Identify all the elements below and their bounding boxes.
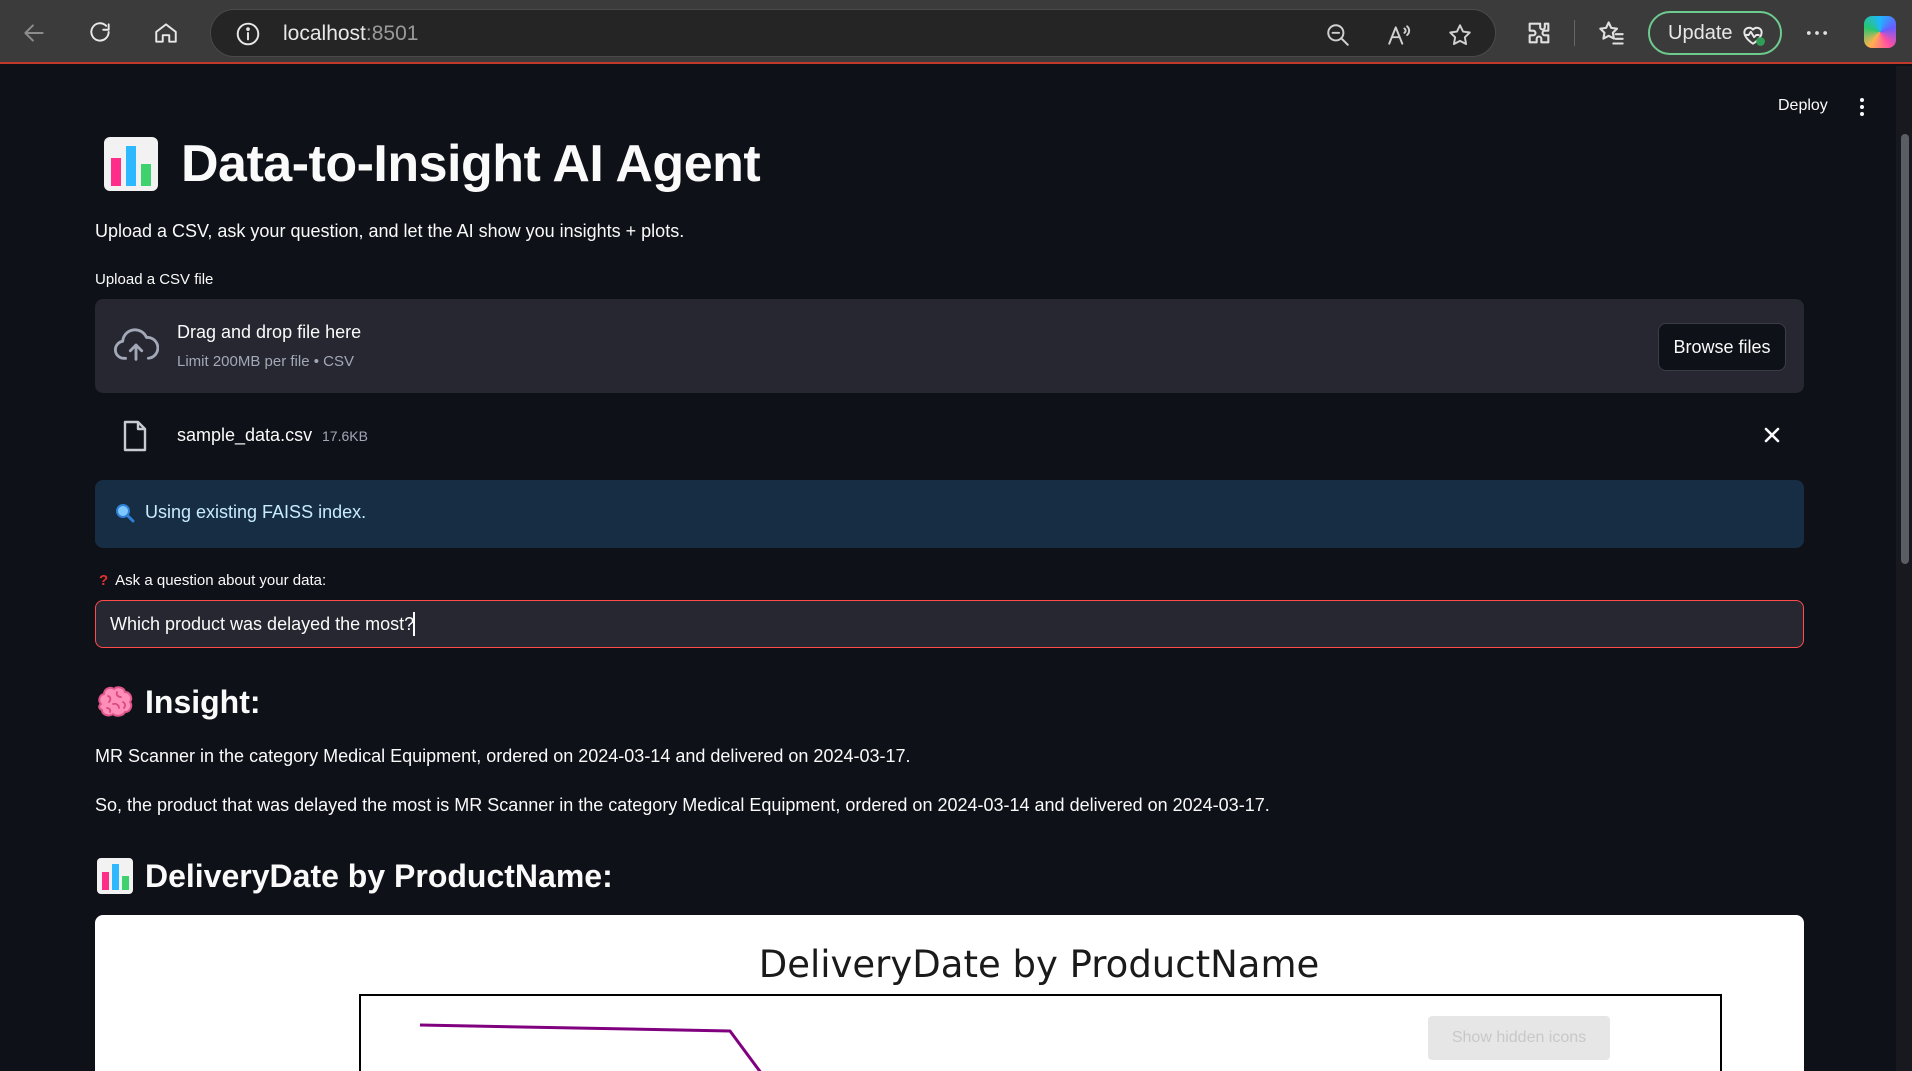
series-line (419, 1023, 762, 1071)
browser-toolbar: localhost:8501 Update (0, 0, 1912, 64)
copilot-icon[interactable] (1864, 16, 1896, 48)
address-bar[interactable]: localhost:8501 (210, 9, 1496, 57)
magnifier-icon (116, 504, 135, 523)
toolbar-divider (1574, 20, 1575, 46)
deploy-button[interactable]: Deploy (1778, 97, 1828, 115)
question-label-text: Ask a question about your data: (115, 572, 327, 589)
url-text: localhost:8501 (283, 22, 418, 46)
insight-paragraph-2: So, the product that was delayed the mos… (95, 795, 1270, 815)
file-size: 17.6KB (322, 428, 368, 444)
update-button[interactable]: Update (1648, 11, 1782, 55)
more-options-icon[interactable] (1803, 19, 1831, 47)
tooltip: Show hidden icons (1428, 1016, 1610, 1060)
reload-icon (90, 22, 110, 42)
bar-chart-icon (97, 858, 133, 894)
dropzone-limit: Limit 200MB per file • CSV (177, 353, 354, 370)
page-header: Data-to-Insight AI Agent (95, 134, 761, 194)
file-dropzone[interactable]: Drag and drop file here Limit 200MB per … (95, 299, 1804, 393)
dropzone-title: Drag and drop file here (177, 322, 362, 342)
insight-heading-text: Insight: (145, 683, 261, 720)
uploaded-file: sample_data.csv 17.6KB (95, 411, 1804, 463)
bar-chart-icon (104, 137, 158, 191)
favorites-icon[interactable] (1597, 19, 1625, 47)
page-subtitle: Upload a CSV, ask your question, and let… (95, 221, 685, 241)
chart-panel: DeliveryDate by ProductName Show hidden … (95, 915, 1804, 1071)
scrollbar[interactable] (1896, 66, 1912, 1071)
read-aloud-icon[interactable] (1386, 22, 1412, 48)
chart-heading: DeliveryDate by ProductName: (95, 856, 613, 896)
zoom-out-icon[interactable] (1325, 22, 1351, 48)
question-label: ? Ask a question about your data: (99, 572, 326, 589)
site-info-icon[interactable] (235, 21, 261, 47)
chart-heading-text: DeliveryDate by ProductName: (145, 857, 613, 894)
update-label: Update (1668, 21, 1733, 44)
browse-files-button[interactable]: Browse files (1658, 323, 1786, 371)
brain-icon (98, 686, 133, 717)
back-button[interactable] (15, 14, 53, 52)
home-button[interactable] (147, 14, 185, 52)
info-text: Using existing FAISS index. (145, 502, 367, 522)
uploader-label: Upload a CSV file (95, 271, 214, 288)
text-cursor (413, 612, 415, 636)
arrow-left-icon (24, 24, 44, 42)
insight-heading: Insight: (95, 682, 261, 722)
main-menu-icon[interactable] (1854, 95, 1870, 119)
close-icon[interactable] (1761, 424, 1783, 446)
info-alert: Using existing FAISS index. (95, 480, 1804, 548)
url-port: :8501 (365, 22, 419, 45)
url-host: localhost (283, 22, 366, 45)
reload-button[interactable] (81, 14, 119, 52)
health-heart-icon (1743, 26, 1765, 46)
page-title: Data-to-Insight AI Agent (181, 135, 761, 193)
chart-title: DeliveryDate by ProductName (759, 943, 1320, 986)
extensions-icon[interactable] (1525, 19, 1553, 47)
scrollbar-thumb[interactable] (1901, 134, 1909, 564)
file-icon (123, 420, 147, 452)
star-icon[interactable] (1447, 22, 1473, 48)
insight-paragraph-1: MR Scanner in the category Medical Equip… (95, 746, 911, 766)
home-icon (155, 23, 177, 43)
app-viewport: Deploy Data-to-Insight AI Agent Upload a… (0, 66, 1912, 1071)
question-mark-icon: ? (99, 572, 109, 589)
file-name: sample_data.csv (177, 425, 313, 445)
cloud-upload-icon (113, 328, 159, 361)
question-input[interactable] (95, 600, 1804, 648)
